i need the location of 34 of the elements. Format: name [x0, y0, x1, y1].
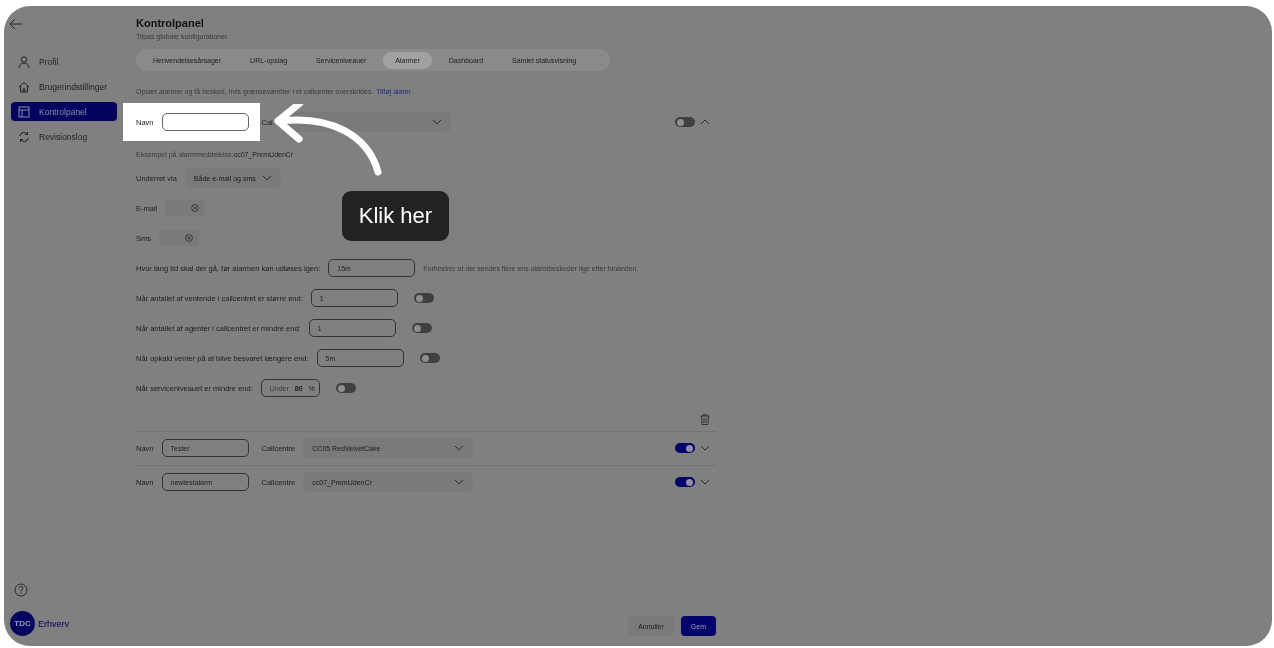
email-input-field[interactable] — [165, 200, 206, 216]
sidebar-item[interactable]: Revisionslog — [11, 127, 117, 146]
chevron-up-icon[interactable] — [700, 119, 710, 125]
sync-icon — [18, 130, 30, 143]
toggle-switch[interactable] — [675, 117, 695, 127]
chevron-down-icon[interactable] — [700, 445, 710, 451]
layout-icon — [18, 105, 30, 118]
clear-icon[interactable] — [191, 204, 200, 212]
toggle-switch[interactable] — [413, 293, 434, 303]
help-icon[interactable] — [14, 583, 28, 597]
person-icon — [18, 55, 30, 68]
sidebar-item[interactable]: Profil — [11, 52, 117, 71]
toggle-switch[interactable] — [411, 323, 432, 333]
logo-mark: TDC — [10, 611, 35, 636]
toggle-switch[interactable] — [675, 443, 695, 453]
clear-icon[interactable] — [185, 234, 193, 242]
toggle-switch[interactable] — [335, 383, 356, 393]
sidebar-item[interactable]: Kontrolpanel — [11, 102, 117, 121]
name-input-field[interactable] — [161, 113, 249, 131]
home-icon — [18, 80, 30, 93]
toggle-switch[interactable] — [675, 477, 695, 487]
page-title: Kontrolpanel — [136, 17, 205, 29]
tooltip-callout: Klik her — [342, 191, 449, 241]
sms-input-field[interactable] — [159, 230, 199, 246]
back-arrow-icon[interactable] — [9, 18, 23, 30]
chevron-down-icon — [261, 175, 272, 181]
chevron-down-icon — [454, 445, 465, 451]
chevron-down-icon — [431, 119, 442, 125]
chevron-down-icon[interactable] — [700, 479, 710, 485]
chevron-down-icon — [454, 479, 465, 485]
logo-text: Erhverv — [38, 618, 69, 629]
trash-icon[interactable] — [700, 414, 710, 425]
sidebar-item[interactable]: Brugerindstillinger — [11, 77, 117, 96]
toggle-switch[interactable] — [419, 353, 440, 363]
